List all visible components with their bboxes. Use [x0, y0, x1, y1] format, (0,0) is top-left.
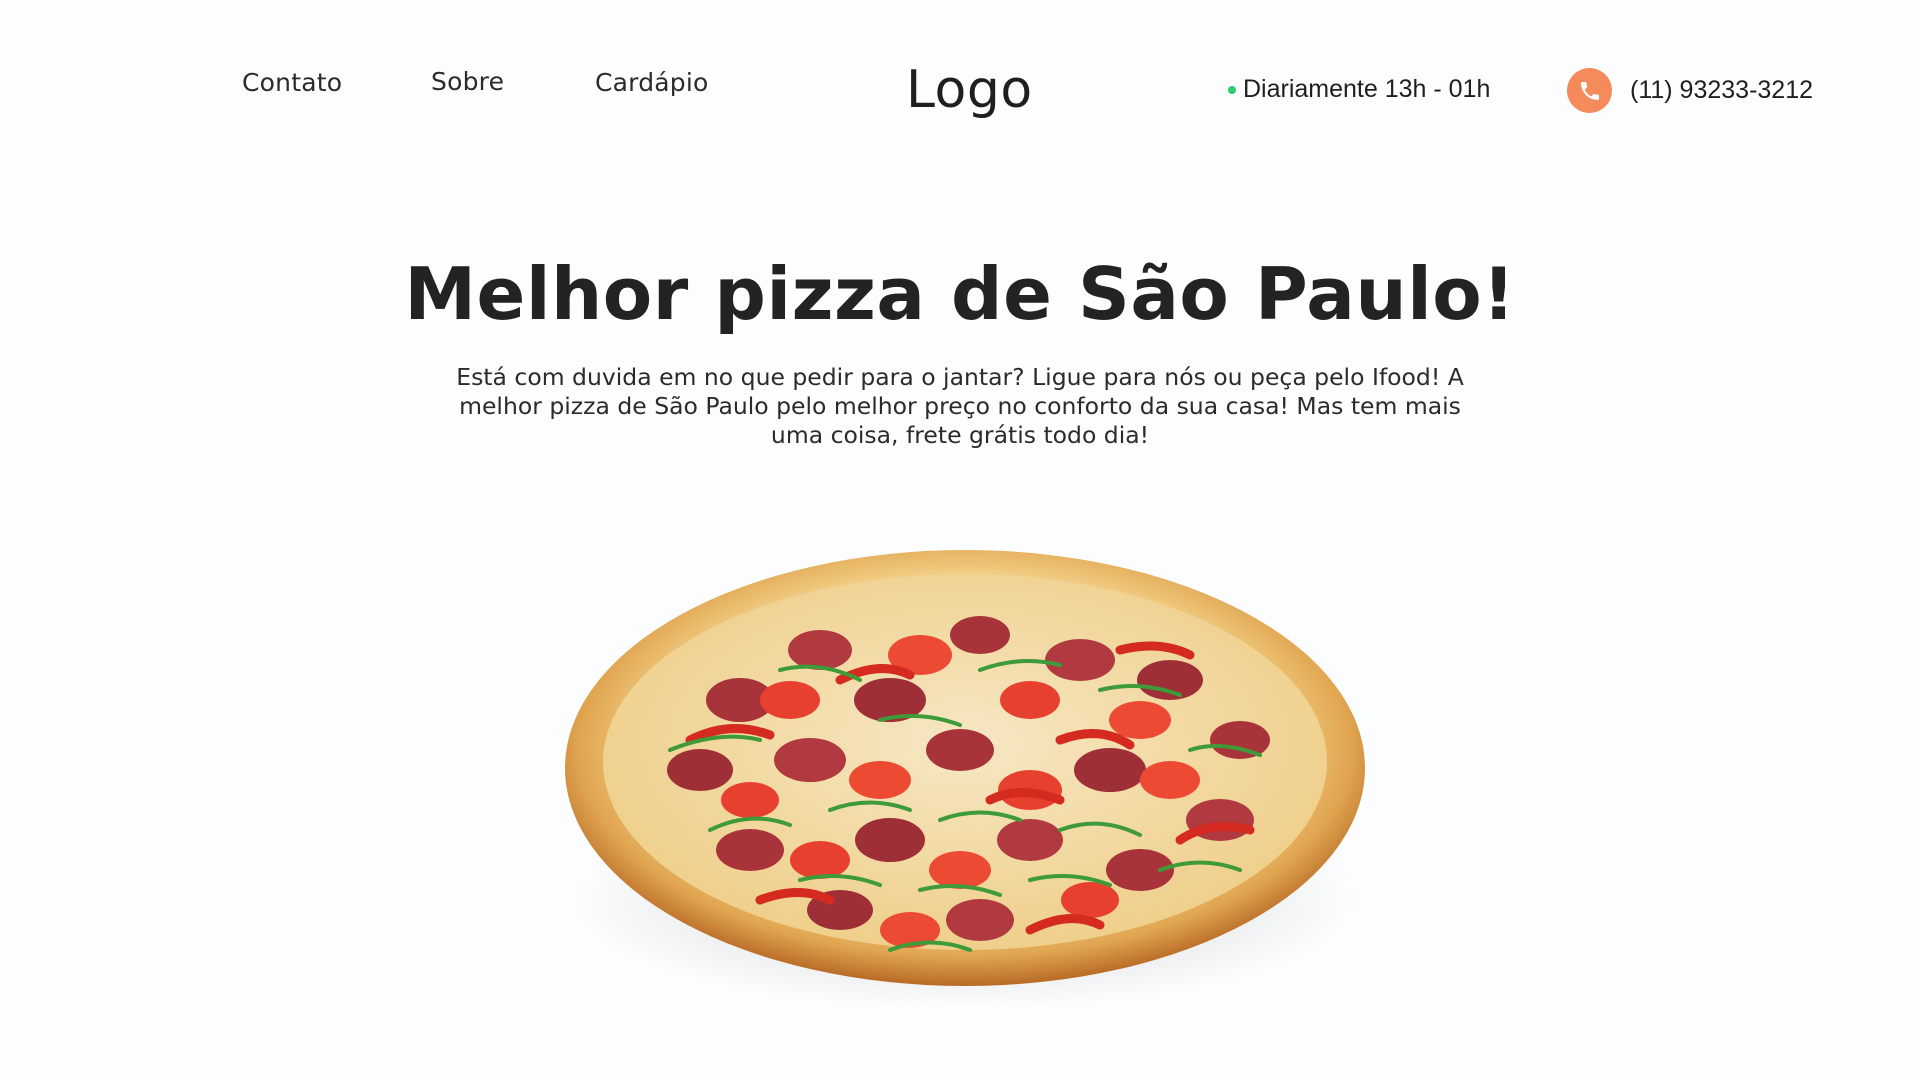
nav-link-sobre[interactable]: Sobre — [431, 67, 504, 96]
pizza-image — [565, 550, 1365, 1010]
nav-link-contato[interactable]: Contato — [242, 68, 342, 97]
logo[interactable]: Logo — [906, 60, 1033, 120]
hero-title: Melhor pizza de São Paulo! — [404, 252, 1516, 336]
phone-icon — [1567, 68, 1612, 113]
hero-description: Está com duvida em no que pedir para o j… — [456, 363, 1464, 449]
phone-contact[interactable]: (11) 93233-3212 — [1567, 68, 1813, 113]
nav-link-cardapio[interactable]: Cardápio — [595, 68, 709, 97]
opening-hours: Diariamente 13h - 01h — [1228, 75, 1490, 104]
phone-number[interactable]: (11) 93233-3212 — [1630, 76, 1813, 105]
opening-hours-text: Diariamente 13h - 01h — [1243, 75, 1491, 103]
status-dot-icon — [1228, 85, 1236, 94]
